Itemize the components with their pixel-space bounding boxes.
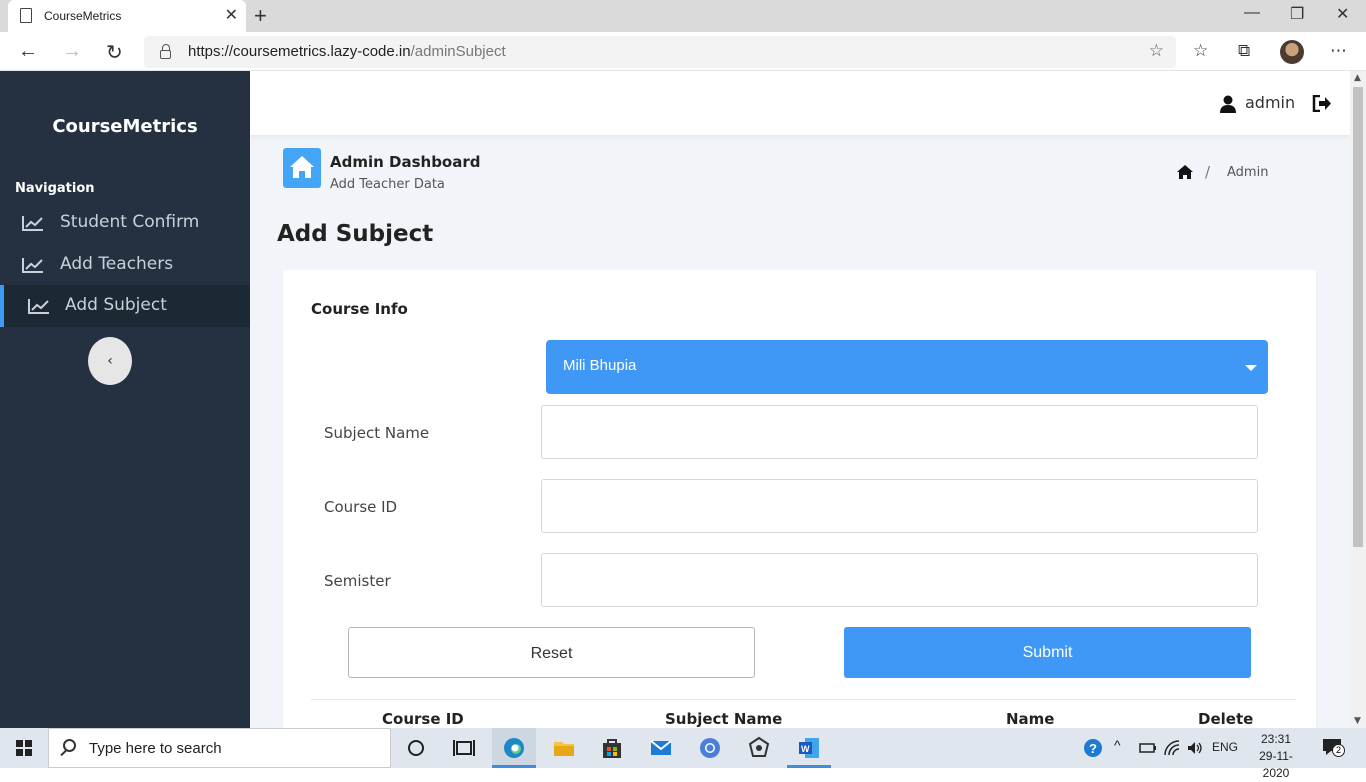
cortana-icon[interactable] [404, 736, 428, 760]
sidebar-item-label: Add Teachers [60, 254, 174, 274]
file-explorer-icon[interactable] [552, 736, 576, 760]
main-content: admin Admin Dashboard Add Teacher Data /… [250, 71, 1350, 740]
table-header-name: Name [1006, 710, 1055, 728]
user-icon [1220, 95, 1236, 113]
windows-start-icon[interactable] [16, 740, 32, 756]
notifications-button[interactable]: 2 [1322, 738, 1345, 758]
subject-name-label: Subject Name [324, 424, 430, 442]
notification-count-badge: 2 [1332, 744, 1345, 757]
forward-arrow-icon[interactable]: → [62, 40, 82, 63]
table-header-course-id: Course ID [382, 710, 464, 728]
breadcrumb-current: Admin [1227, 165, 1269, 180]
table-header-delete: Delete [1198, 710, 1254, 728]
mail-icon[interactable] [649, 736, 673, 760]
page-scrollbar[interactable]: ▲ ▼ [1350, 71, 1366, 728]
edge-browser-icon [504, 738, 524, 758]
table-header-subject-name: Subject Name [665, 710, 783, 728]
url-text: https://coursemetrics.lazy-code.in/admin… [188, 43, 506, 60]
caret-down-icon [1245, 365, 1257, 371]
submit-button[interactable]: Submit [844, 627, 1251, 678]
language-indicator[interactable]: ENG [1212, 740, 1238, 754]
volume-icon[interactable] [1186, 739, 1204, 757]
profile-avatar[interactable] [1280, 40, 1304, 64]
line-chart-icon [22, 216, 43, 231]
collections-icon[interactable]: ⧉ [1238, 41, 1250, 61]
refresh-icon[interactable]: ↻ [106, 40, 123, 65]
browser-tab[interactable]: CourseMetrics ✕ [8, 0, 246, 32]
reset-button[interactable]: Reset [348, 627, 755, 678]
course-info-card: Course Info Mili Bhupia Subject Name Cou… [283, 270, 1316, 740]
scroll-down-arrow-icon[interactable]: ▼ [1354, 716, 1361, 726]
battery-icon[interactable] [1139, 739, 1157, 757]
word-taskbar-button[interactable]: W [787, 728, 831, 768]
lock-icon [160, 44, 171, 59]
semester-input[interactable] [541, 553, 1258, 607]
taskbar-search-box[interactable]: Type here to search [48, 728, 391, 768]
page-title: Add Subject [277, 221, 434, 247]
browser-tab-bar: CourseMetrics ✕ + — ❐ ✕ [0, 0, 1366, 32]
chevron-left-icon: ‹ [107, 353, 113, 369]
sidebar-item-student-confirm[interactable]: Student Confirm [0, 202, 250, 244]
logout-icon[interactable] [1312, 95, 1332, 112]
svg-text:?: ? [1089, 741, 1097, 756]
line-chart-icon [22, 258, 43, 273]
breadcrumb-home-icon[interactable] [1177, 165, 1193, 179]
sidebar-item-add-subject[interactable]: Add Subject [0, 285, 250, 327]
sidebar-item-label: Add Subject [65, 295, 167, 315]
back-arrow-icon[interactable]: ← [18, 40, 38, 63]
edge-taskbar-button[interactable] [492, 728, 536, 768]
more-menu-icon[interactable]: ⋯ [1330, 41, 1347, 61]
collapse-sidebar-button[interactable]: ‹ [88, 337, 132, 385]
minimize-button[interactable]: — [1244, 4, 1260, 22]
windows-taskbar: Type here to search W ? ^ ENG 23:31 29-1… [0, 728, 1366, 780]
brand-logo-text[interactable]: CourseMetrics [0, 116, 250, 137]
top-header: admin [250, 71, 1350, 135]
chrome-icon[interactable] [698, 736, 722, 760]
wifi-icon[interactable] [1163, 739, 1181, 757]
task-view-icon[interactable] [452, 736, 476, 760]
page-icon [20, 8, 32, 23]
teacher-select[interactable]: Mili Bhupia [546, 340, 1268, 394]
address-bar-row: ← → ↻ https://coursemetrics.lazy-code.in… [0, 32, 1366, 71]
sidebar-item-label: Student Confirm [60, 212, 200, 232]
new-tab-button[interactable]: + [254, 3, 267, 29]
dashboard-title: Admin Dashboard [330, 153, 481, 171]
close-tab-icon[interactable]: ✕ [225, 5, 238, 24]
course-id-label: Course ID [324, 498, 398, 516]
url-field[interactable]: https://coursemetrics.lazy-code.in/admin… [144, 36, 1176, 68]
card-title: Course Info [311, 300, 408, 318]
tab-title: CourseMetrics [44, 9, 122, 23]
app-network-icon[interactable] [747, 736, 771, 760]
help-icon[interactable]: ? [1083, 738, 1103, 758]
subject-name-input[interactable] [541, 405, 1258, 459]
chevron-up-icon[interactable]: ^ [1114, 737, 1121, 753]
taskbar-search-placeholder: Type here to search [89, 740, 222, 757]
dashboard-home-icon-box [283, 148, 321, 188]
username-label[interactable]: admin [1245, 93, 1295, 112]
search-icon [63, 739, 76, 752]
word-icon: W [799, 738, 819, 758]
course-id-input[interactable] [541, 479, 1258, 533]
favorite-star-icon[interactable]: ☆ [1149, 41, 1164, 61]
scrollbar-thumb[interactable] [1353, 87, 1363, 547]
store-icon[interactable] [600, 736, 624, 760]
restore-button[interactable]: ❐ [1290, 4, 1304, 24]
favorites-icon[interactable]: ☆ [1193, 41, 1208, 61]
taskbar-clock[interactable]: 23:31 29-11-2020 [1248, 731, 1304, 782]
dashboard-subtitle: Add Teacher Data [330, 177, 445, 192]
clock-date: 29-11-2020 [1259, 749, 1293, 780]
navigation-heading: Navigation [15, 181, 95, 196]
scroll-up-arrow-icon[interactable]: ▲ [1354, 73, 1361, 83]
divider [311, 699, 1296, 700]
sidebar-item-add-teachers[interactable]: Add Teachers [0, 244, 250, 286]
teacher-select-value: Mili Bhupia [563, 357, 637, 374]
close-window-button[interactable]: ✕ [1336, 4, 1349, 24]
clock-time: 23:31 [1260, 732, 1292, 746]
home-icon [290, 156, 314, 178]
breadcrumb-separator: / [1205, 163, 1211, 181]
line-chart-icon [28, 299, 49, 314]
semester-label: Semister [324, 572, 391, 590]
sidebar: CourseMetrics Navigation Student Confirm… [0, 71, 250, 728]
svg-text:W: W [801, 744, 810, 754]
